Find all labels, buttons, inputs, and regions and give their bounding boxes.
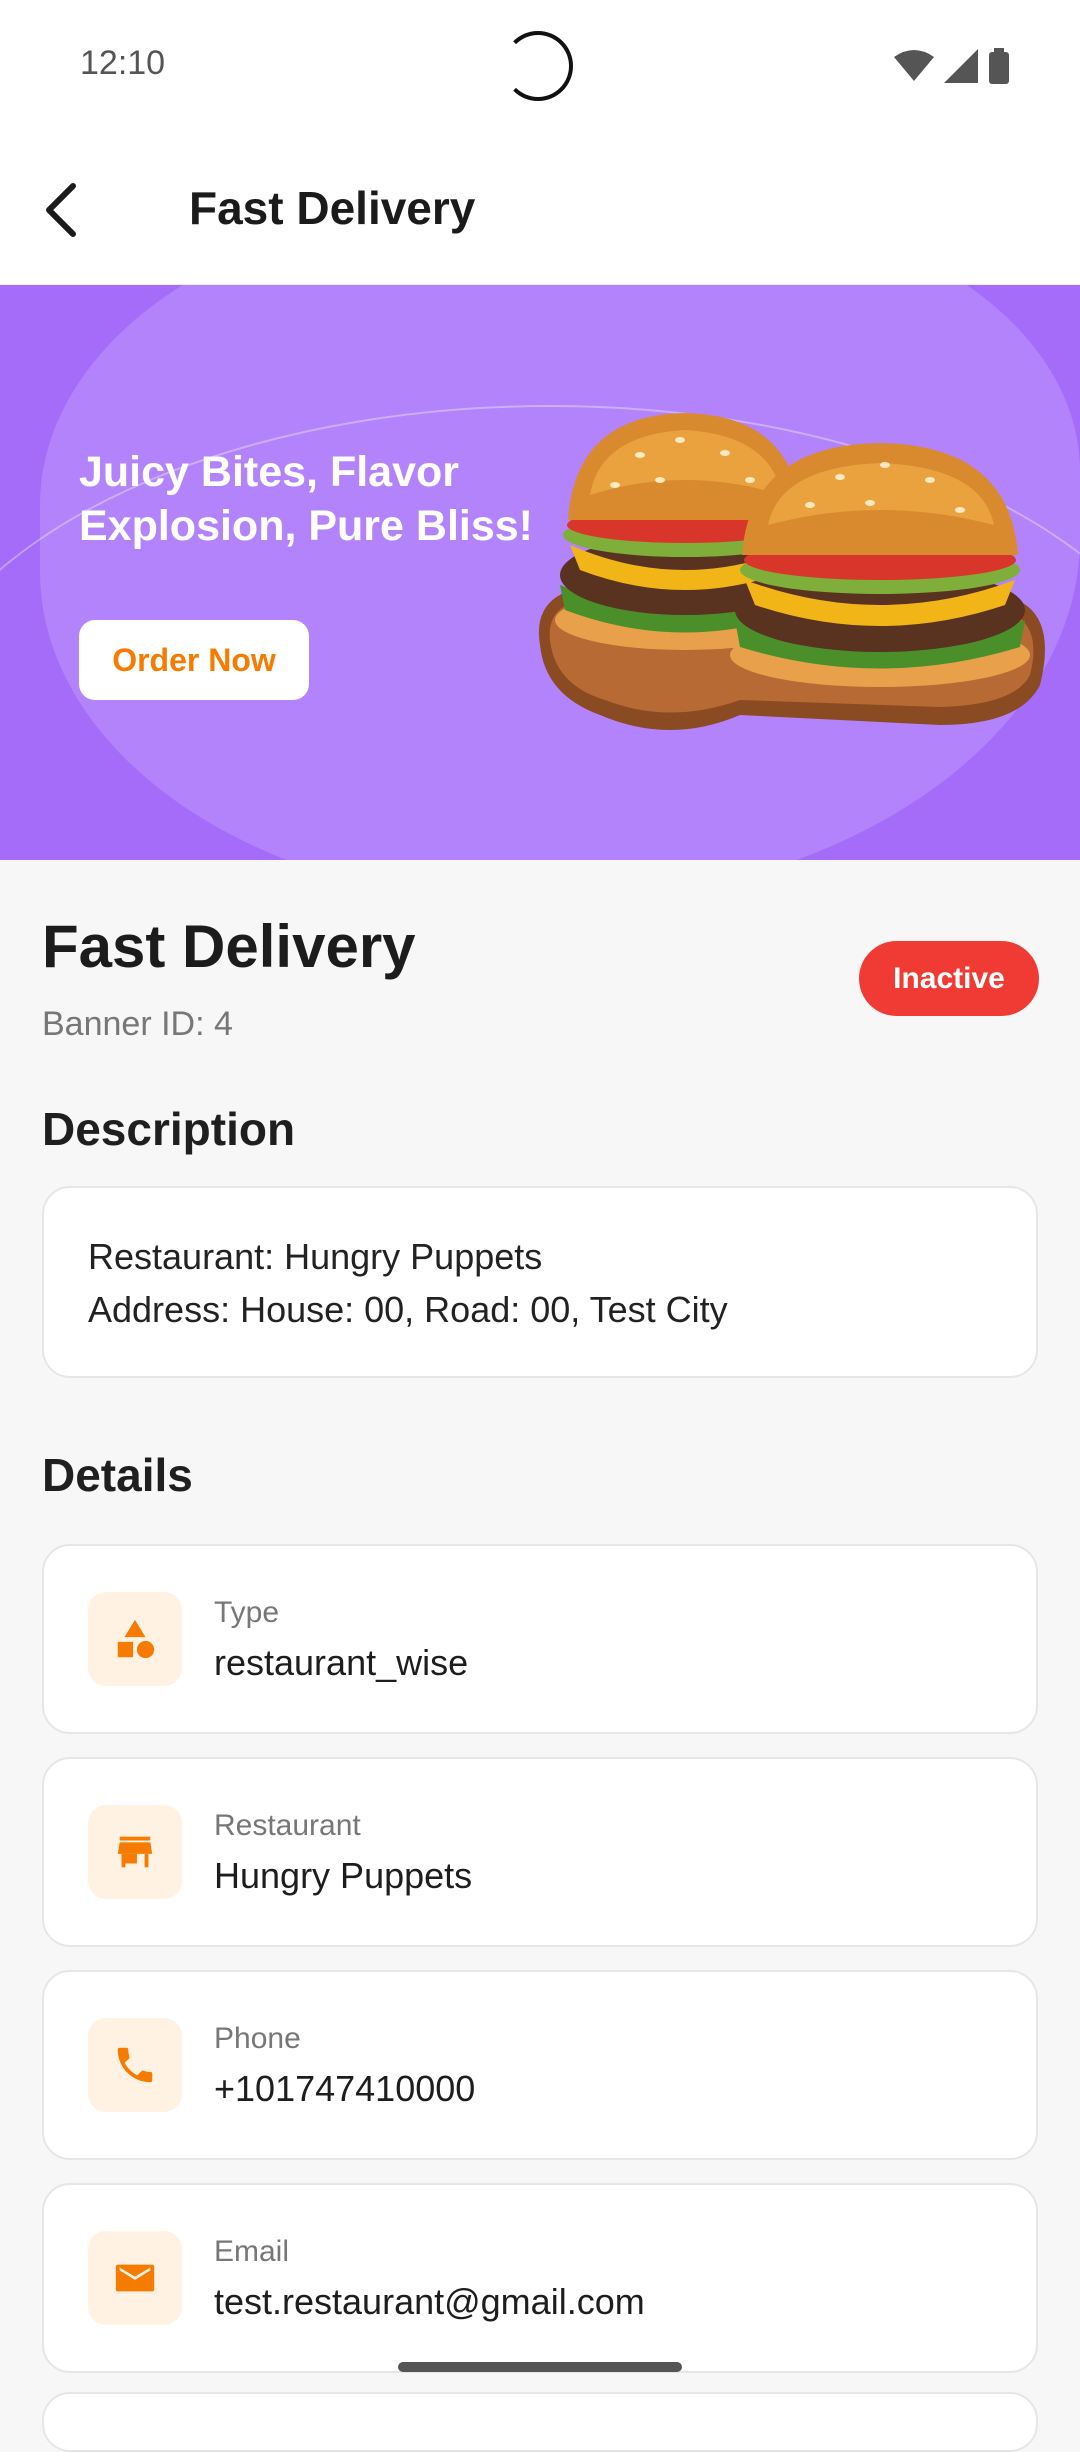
description-restaurant: Restaurant: Hungry Puppets — [88, 1236, 543, 1277]
description-heading: Description — [42, 1103, 296, 1155]
status-bar: 12:10 — [0, 0, 1080, 135]
mail-icon — [115, 2264, 155, 2292]
status-icons — [894, 48, 1010, 84]
detail-label: Type — [214, 1596, 280, 1629]
detail-label: Restaurant — [214, 1809, 361, 1842]
detail-value: Hungry Puppets — [214, 1855, 473, 1896]
detail-card-type: Type restaurant_wise — [42, 1544, 1038, 1734]
detail-card-phone[interactable]: Phone +101747410000 — [42, 1970, 1038, 2160]
banner-id: Banner ID: 4 — [42, 1005, 233, 1043]
detail-card-email[interactable]: Email test.restaurant@gmail.com — [42, 2183, 1038, 2373]
banner-title: Fast Delivery — [42, 913, 416, 980]
detail-card-next — [42, 2392, 1038, 2452]
wifi-icon — [894, 50, 934, 81]
icon-container — [88, 1805, 182, 1899]
detail-value: restaurant_wise — [214, 1642, 469, 1683]
detail-card-restaurant[interactable]: Restaurant Hungry Puppets — [42, 1757, 1038, 1947]
phone-icon — [117, 2047, 153, 2083]
detail-value: test.restaurant@gmail.com — [214, 2281, 645, 2322]
detail-label: Phone — [214, 2022, 301, 2055]
banner-headline: Juicy Bites, Flavor Explosion, Pure Blis… — [79, 448, 533, 550]
promo-banner: Juicy Bites, Flavor Explosion, Pure Blis… — [0, 285, 1080, 860]
order-now-button[interactable]: Order Now — [79, 620, 309, 700]
status-badge: Inactive — [859, 941, 1039, 1016]
icon-container — [88, 1592, 182, 1686]
back-button[interactable] — [26, 175, 96, 245]
burger-image — [538, 413, 1045, 730]
store-icon — [117, 1836, 153, 1868]
detail-label: Email — [214, 2235, 290, 2268]
description-address: Address: House: 00, Road: 00, Test City — [88, 1289, 728, 1330]
battery-icon — [989, 48, 1009, 84]
detail-value: +101747410000 — [214, 2068, 476, 2109]
signal-icon — [944, 49, 978, 83]
camera-cutout — [503, 31, 573, 101]
app-bar: Fast Delivery — [0, 135, 1080, 285]
details-heading: Details — [42, 1449, 193, 1501]
category-icon — [117, 1619, 155, 1659]
icon-container — [88, 2018, 182, 2112]
home-indicator[interactable] — [398, 2362, 682, 2372]
description-card: Restaurant: Hungry Puppets Address: Hous… — [42, 1186, 1038, 1378]
status-time: 12:10 — [80, 44, 166, 82]
arrow-back-icon — [46, 183, 76, 237]
app-bar-title: Fast Delivery — [189, 182, 476, 234]
icon-container — [88, 2231, 182, 2325]
